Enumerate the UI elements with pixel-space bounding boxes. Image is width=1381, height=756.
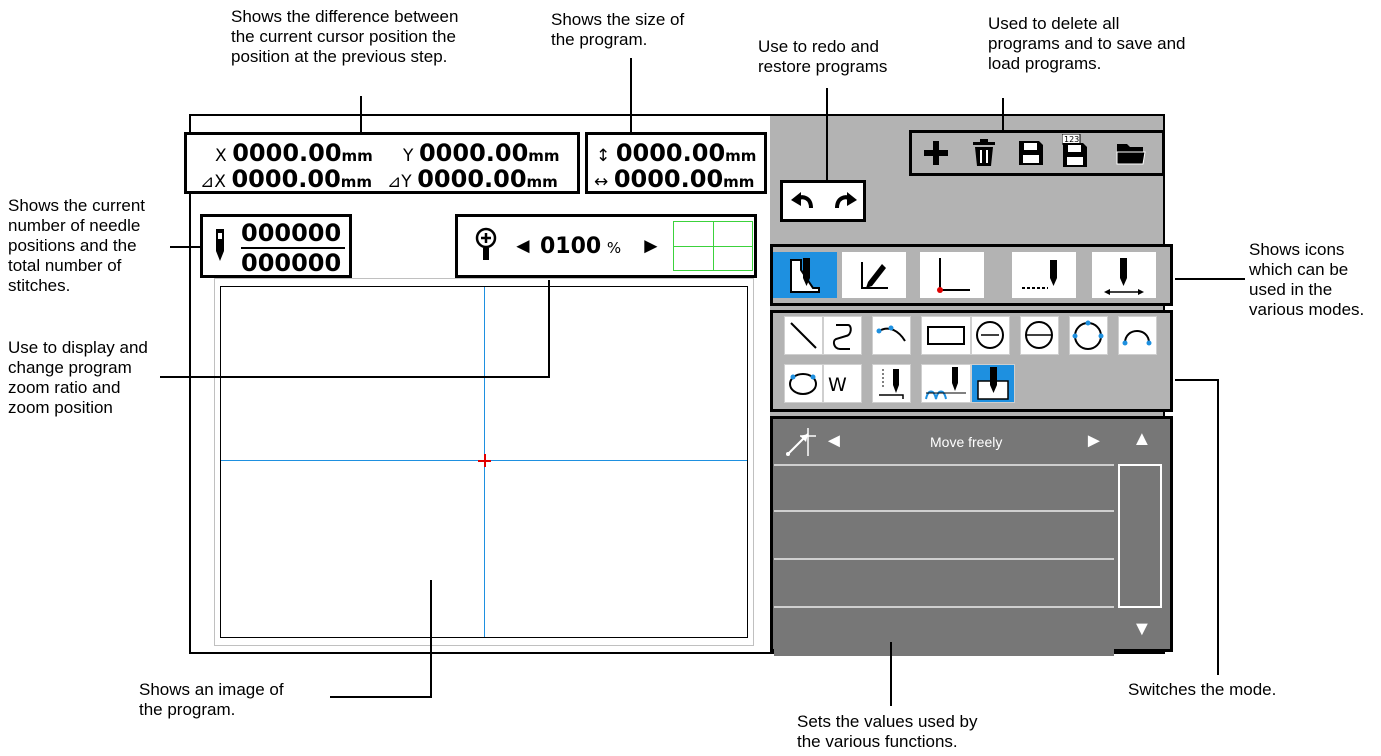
scroll-up-button[interactable]: ▲ <box>1132 428 1152 451</box>
annotation-switch-mode: Switches the mode. <box>1128 680 1277 699</box>
y-value: 0000.00 <box>418 139 529 167</box>
needle-icon <box>213 227 227 270</box>
annotation-program-size: Shows the size of the program. <box>551 10 685 49</box>
svg-text:W: W <box>828 374 847 396</box>
stitch-counter: 000000 000000 <box>200 214 352 278</box>
program-height-value: 0000.00 <box>615 139 726 167</box>
svg-text:123: 123 <box>1064 135 1079 144</box>
width-arrow-icon: ↔ <box>594 172 609 192</box>
tab-needle-mode[interactable] <box>773 252 837 298</box>
move-freely-icon <box>782 426 816 465</box>
zoom-left-arrow[interactable]: ◄ <box>512 233 534 259</box>
value-row[interactable] <box>774 562 1114 608</box>
circle-diameter-tool-icon[interactable] <box>1020 316 1059 355</box>
annotation-needle-positions: Shows the current number of needle posit… <box>8 196 146 295</box>
zoom-right-arrow[interactable]: ► <box>640 233 662 259</box>
ellipse-tool-icon[interactable] <box>784 364 823 403</box>
program-height-unit: mm <box>725 147 757 165</box>
tab-move-mode[interactable] <box>1092 252 1156 298</box>
file-toolbar: 123 <box>909 130 1165 176</box>
line-tool-icon[interactable] <box>784 316 823 355</box>
delta-y-label: ⊿Y <box>387 172 412 192</box>
value-right-arrow[interactable]: ► <box>1084 430 1104 453</box>
save-numbered-icon[interactable]: 123 <box>1062 134 1090 168</box>
program-canvas[interactable] <box>220 286 748 638</box>
value-row[interactable] <box>774 466 1114 512</box>
annotation-mode-icons: Shows icons which can be used in the var… <box>1249 240 1365 319</box>
freehand-tool-icon[interactable] <box>823 316 862 355</box>
delta-x-value: 0000.00 <box>231 165 341 193</box>
redo-icon[interactable] <box>831 188 859 216</box>
delta-x-unit: mm <box>340 173 373 191</box>
program-width-unit: mm <box>723 173 755 191</box>
annotation-cursor-difference: Shows the difference between the current… <box>231 7 459 66</box>
scrollbar-track[interactable] <box>1118 464 1162 608</box>
plus-icon[interactable] <box>922 139 950 167</box>
save-icon[interactable] <box>1018 140 1044 166</box>
needle-point-tool-icon[interactable] <box>971 364 1015 403</box>
annotation-values: Sets the values used by the various func… <box>797 712 978 751</box>
zoom-unit: % <box>606 239 622 257</box>
program-width-value: 0000.00 <box>613 165 724 193</box>
circle-tool-icon[interactable] <box>971 316 1010 355</box>
zoom-value: 0100 <box>540 234 602 259</box>
program-size-readout: ↕ 0000.00mm ↔ 0000.00mm <box>585 132 767 194</box>
tab-feed-mode[interactable] <box>1012 252 1076 298</box>
zoom-icon[interactable] <box>474 227 498 268</box>
delta-y-unit: mm <box>526 173 558 191</box>
arc-tool-icon[interactable] <box>1118 316 1157 355</box>
y-unit: mm <box>528 147 560 165</box>
x-unit: mm <box>341 147 373 165</box>
tab-origin-mode[interactable] <box>920 252 984 298</box>
value-row[interactable] <box>774 610 1114 656</box>
undo-redo-group <box>780 180 866 222</box>
needle-current-count: 000000 <box>241 219 342 247</box>
zigzag-tool-icon[interactable]: W <box>823 364 862 403</box>
needle-pattern-tool-icon[interactable] <box>921 364 971 403</box>
zoom-position-grid[interactable] <box>673 221 753 271</box>
annotation-zoom: Use to display and change program zoom r… <box>8 338 148 417</box>
value-row-mode-selector[interactable]: ◄ Move freely ► <box>774 420 1114 466</box>
height-arrow-icon: ↕ <box>596 146 611 166</box>
delta-y-value: 0000.00 <box>417 165 527 193</box>
curve-tool-icon[interactable] <box>872 316 911 355</box>
value-selected-label: Move freely <box>930 434 1003 450</box>
annotation-redo-restore: Use to redo and restore programs <box>758 37 888 76</box>
rectangle-tool-icon[interactable] <box>921 316 971 355</box>
zoom-control: ◄ 0100 % ► <box>455 214 757 278</box>
value-row[interactable] <box>774 514 1114 560</box>
trash-icon[interactable] <box>972 139 996 167</box>
delta-x-label: ⊿X <box>200 172 226 192</box>
folder-open-icon[interactable] <box>1116 142 1146 166</box>
stitch-total-count: 000000 <box>241 249 342 277</box>
x-value: 0000.00 <box>232 139 342 167</box>
three-point-circle-tool-icon[interactable] <box>1069 316 1108 355</box>
coordinate-readout: X 0000.00mm Y 0000.00mm ⊿X 0000.00mm ⊿Y … <box>184 132 580 194</box>
annotation-delete-save-load: Used to delete all programs and to save … <box>988 14 1186 73</box>
needle-feed-tool-icon[interactable] <box>872 364 911 403</box>
undo-icon[interactable] <box>789 188 817 216</box>
x-label: X <box>215 146 227 166</box>
tab-edit-mode[interactable] <box>842 252 906 298</box>
annotation-program-image: Shows an image of the program. <box>139 680 284 719</box>
y-label: Y <box>403 146 414 166</box>
scroll-down-button[interactable]: ▼ <box>1132 618 1152 641</box>
value-left-arrow[interactable]: ◄ <box>824 430 844 453</box>
